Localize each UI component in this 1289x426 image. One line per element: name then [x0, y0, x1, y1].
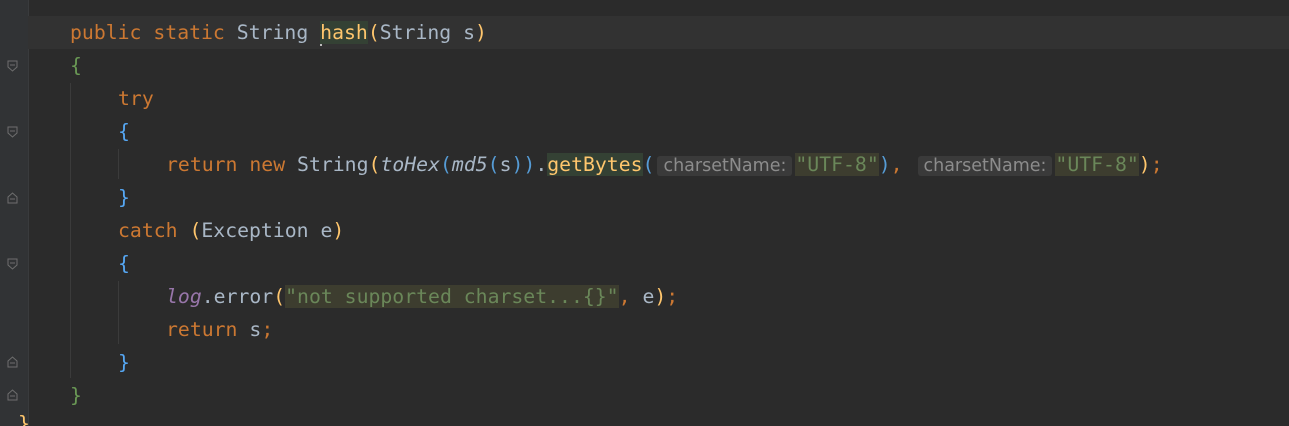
keyword-try: try	[118, 87, 154, 110]
keyword-return: return	[166, 318, 238, 341]
semicolon: ;	[666, 285, 679, 308]
comma: ,	[890, 153, 903, 176]
fold-end-icon[interactable]	[7, 192, 18, 204]
code-line-10[interactable]: return s;	[28, 313, 1289, 346]
code-line-8[interactable]: {	[28, 247, 1289, 280]
return-var: s	[249, 318, 262, 341]
exception-var: e	[320, 219, 333, 242]
field-log: log	[166, 285, 202, 308]
method-getbytes: getBytes	[547, 153, 643, 176]
function-md5: md5	[451, 153, 488, 176]
string-literal: "not supported charset...{}"	[285, 285, 619, 308]
string-literal: "UTF-8"	[1055, 153, 1139, 176]
parameter-hint: charsetName:	[917, 156, 1053, 176]
paren: )	[332, 219, 345, 242]
code-line-13[interactable]: }	[18, 407, 1289, 426]
constructor-name: String	[297, 153, 369, 176]
function-tohex: toHex	[380, 153, 440, 176]
keyword-catch: catch	[118, 219, 178, 242]
paren: (	[273, 285, 286, 308]
code-line-2[interactable]: {	[28, 49, 1289, 82]
dot: .	[201, 285, 214, 308]
paren: )	[1138, 153, 1151, 176]
brace: }	[18, 412, 30, 426]
keyword-new: new	[249, 153, 286, 176]
paren: (	[189, 219, 202, 242]
code-line-3[interactable]: try	[28, 82, 1289, 115]
keyword-return: return	[166, 153, 238, 176]
editor-gutter	[0, 0, 29, 426]
method-name: hash	[320, 21, 368, 44]
dot: .	[535, 153, 548, 176]
parameter-hint: charsetName:	[657, 156, 793, 176]
brace: }	[118, 186, 130, 209]
paren: )	[511, 153, 524, 176]
paren: (	[368, 153, 381, 176]
fold-collapse-icon[interactable]	[7, 60, 18, 72]
argument: e	[642, 285, 655, 308]
paren: )	[878, 153, 891, 176]
fold-collapse-icon[interactable]	[7, 126, 18, 138]
code-line-7[interactable]: catch (Exception e)	[28, 214, 1289, 247]
method-error: error	[213, 285, 274, 308]
fold-collapse-icon[interactable]	[7, 258, 18, 270]
string-literal: "UTF-8"	[795, 153, 879, 176]
paren: (	[367, 21, 380, 44]
brace: }	[118, 351, 130, 374]
semicolon: ;	[1150, 153, 1163, 176]
paren: (	[487, 153, 500, 176]
semicolon: ;	[261, 318, 274, 341]
paren: )	[654, 285, 667, 308]
return-type: String	[236, 21, 309, 44]
code-line-9[interactable]: log.error("not supported charset...{}", …	[28, 280, 1289, 313]
brace: {	[70, 54, 82, 77]
brace: {	[118, 120, 130, 143]
fold-end-icon[interactable]	[7, 389, 18, 401]
keyword-public: public	[70, 21, 142, 44]
code-line-6[interactable]: }	[28, 181, 1289, 214]
argument: s	[499, 153, 512, 176]
code-line-4[interactable]: {	[28, 115, 1289, 148]
code-editor[interactable]: public static String hash(String s) { tr…	[0, 0, 1289, 426]
code-line-1[interactable]: public static String hash(String s)	[28, 16, 1289, 49]
brace: {	[118, 252, 130, 275]
fold-end-icon[interactable]	[7, 356, 18, 368]
paren: )	[523, 153, 536, 176]
param-name: s	[463, 21, 476, 44]
code-line-5[interactable]: return new String(toHex(md5(s)).getBytes…	[28, 148, 1289, 181]
paren: )	[475, 21, 487, 44]
param-type: String	[379, 21, 452, 44]
keyword-static: static	[153, 21, 225, 44]
exception-type: Exception	[201, 219, 309, 242]
code-line-11[interactable]: }	[28, 346, 1289, 379]
comma: ,	[618, 285, 631, 308]
paren: (	[642, 153, 655, 176]
paren: (	[439, 153, 452, 176]
